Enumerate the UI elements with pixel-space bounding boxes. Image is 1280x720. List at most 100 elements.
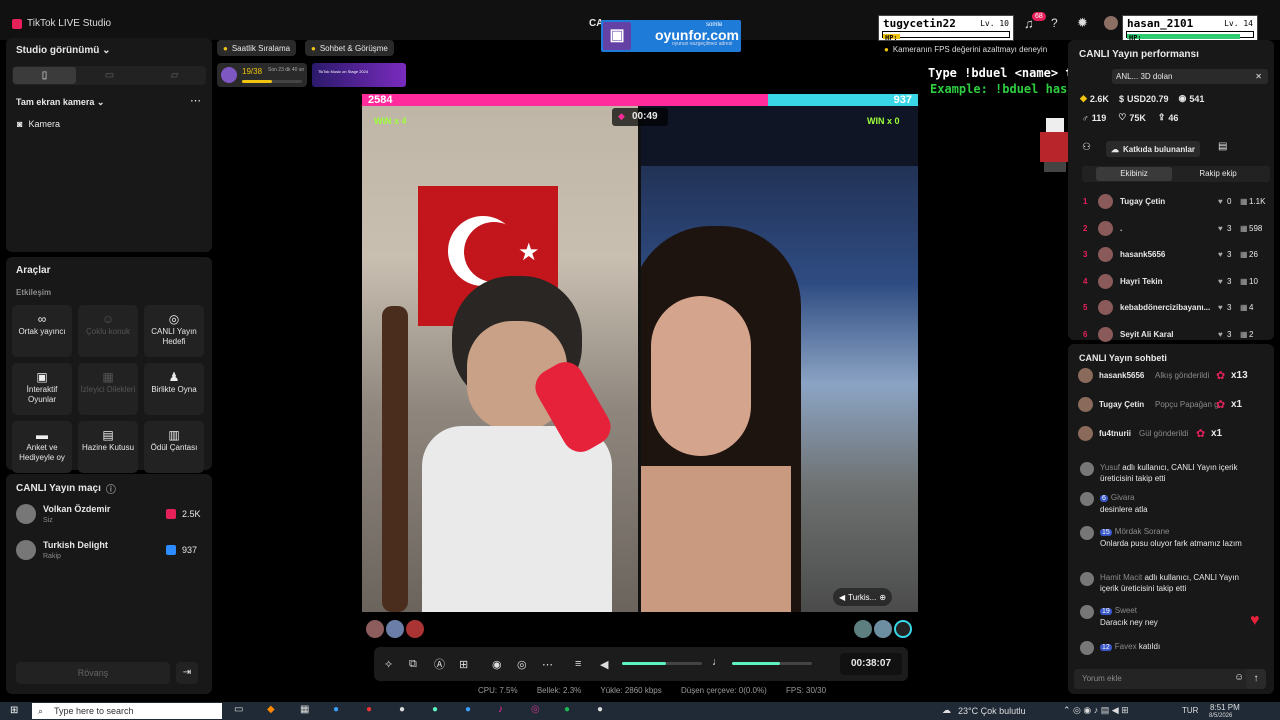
- gifter-avatar[interactable]: [386, 620, 404, 638]
- mic-slider[interactable]: [732, 662, 812, 665]
- tool-wishes[interactable]: ▦ İzleyici Dilekleri: [78, 363, 138, 415]
- level-badge: 12: [1100, 644, 1112, 651]
- app-icon[interactable]: ●: [432, 704, 465, 715]
- contributors-button[interactable]: ☁ Katkıda bulunanlar: [1106, 141, 1201, 157]
- tool-label: Anket ve Hediyeyle oy: [19, 443, 65, 462]
- gift-icon: ✿: [1216, 370, 1226, 382]
- list-item[interactable]: 2. ♥ 3 ▦ 598: [1078, 220, 1268, 239]
- tool-reward-bag[interactable]: ▥ Ödül Çantası: [144, 421, 204, 473]
- ai-icon[interactable]: Ⓐ: [434, 656, 459, 672]
- more-icon[interactable]: ⋯: [542, 658, 575, 671]
- heart-icon: ♥: [1218, 250, 1223, 259]
- list-icon[interactable]: ▤: [1218, 141, 1227, 152]
- instagram-icon[interactable]: ◎: [531, 704, 564, 715]
- browser-icon[interactable]: ●: [465, 704, 498, 715]
- event-banner[interactable]: TikTok Music on Stage 2024: [312, 63, 406, 87]
- contributor-likes: 3: [1227, 276, 1232, 286]
- language[interactable]: TUR: [1182, 706, 1198, 715]
- tray-icons[interactable]: ⌃ ◎ ◉ ♪ ▤ ◀ ⊞: [1063, 705, 1129, 716]
- instrument: [382, 306, 408, 612]
- gifter-avatar[interactable]: [406, 620, 424, 638]
- tool-gamepad[interactable]: ▣ İnteraktif Oyunlar: [12, 363, 72, 415]
- landscape-layout-button[interactable]: ▭: [78, 67, 141, 84]
- contributor-gifts: 26: [1249, 250, 1258, 259]
- tool-poll[interactable]: ▬ Anket ve Hediyeyle oy: [12, 421, 72, 473]
- tiktok-icon[interactable]: ♪: [498, 704, 531, 715]
- edge-icon[interactable]: ●: [333, 704, 366, 715]
- tool-play-together[interactable]: ♟ Birlikte Oyna: [144, 363, 204, 415]
- scene-title[interactable]: Tam ekran kamera ⌄: [16, 97, 104, 108]
- screen-icon[interactable]: ⧉: [409, 658, 434, 671]
- viewers-icon: ◉: [1178, 93, 1187, 103]
- more-icon[interactable]: ⋯: [190, 94, 201, 107]
- effects-icon[interactable]: ✧: [384, 658, 409, 671]
- list-item[interactable]: 5 kebabdönercizibayanı... ♥ 3 ▦ 4: [1078, 300, 1268, 318]
- clock-time[interactable]: 8:51 PM: [1210, 703, 1240, 712]
- comment-input[interactable]: Yorum ekle ☺: [1074, 669, 1252, 689]
- tool-co-host[interactable]: ∞ Ortak yayıncı: [12, 305, 72, 357]
- team-tabs: Ekibiniz Rakip ekip: [1082, 166, 1270, 182]
- task-view-icon[interactable]: ▭: [234, 704, 267, 715]
- opponent-caption[interactable]: ◀ Turkis... ⊕: [833, 588, 893, 606]
- gifter-avatar[interactable]: [894, 620, 912, 638]
- contributor-likes: 3: [1227, 250, 1232, 259]
- stats-row-1: ◆ 2.6K $ USD20.79 ◉ 541: [1080, 93, 1205, 104]
- tab-chat-meeting[interactable]: ● Sohbet & Görüşme: [305, 40, 394, 56]
- daily-progress[interactable]: 19/38 Son 23 dk 40 sn: [217, 63, 307, 87]
- app-icon[interactable]: ●: [399, 704, 432, 715]
- spotify-icon[interactable]: ●: [564, 704, 597, 715]
- gifter-avatar[interactable]: [874, 620, 892, 638]
- win-streak-left: WIN x 4: [374, 116, 407, 126]
- record-icon[interactable]: ◉: [492, 658, 517, 671]
- split-layout-button[interactable]: ▱: [143, 67, 206, 84]
- emoji-icon[interactable]: ☺: [1234, 672, 1244, 683]
- exit-icon[interactable]: ⇥: [176, 662, 198, 684]
- gifter-avatar[interactable]: [366, 620, 384, 638]
- send-icon[interactable]: ↑: [1246, 669, 1266, 689]
- tab-rival-team[interactable]: Rakip ekip: [1176, 167, 1260, 181]
- portrait-layout-button[interactable]: ▯: [13, 67, 76, 84]
- tool-treasure[interactable]: ▤ Hazine Kutusu: [78, 421, 138, 473]
- tool-multi-guest[interactable]: ☺ Çoklu konuk: [78, 305, 138, 357]
- opponent-face: [651, 296, 751, 456]
- progress-badge-icon: [221, 67, 237, 83]
- volume-icon[interactable]: ◀: [600, 658, 616, 671]
- gift-count: x13: [1231, 370, 1248, 381]
- gear-icon[interactable]: ✹: [1077, 15, 1088, 31]
- list-item[interactable]: 1 Tugay Çetin ♥ 0 ▦ 1.1K: [1078, 194, 1268, 212]
- gifter-avatar[interactable]: [854, 620, 872, 638]
- rank: 2: [1083, 223, 1088, 233]
- sliders-icon[interactable]: ≡: [575, 658, 600, 670]
- taskbar-search[interactable]: ⌕ Type here to search: [32, 703, 222, 719]
- info-icon[interactable]: ⓘ: [106, 481, 116, 496]
- copilot-icon[interactable]: ◆: [267, 704, 300, 715]
- layout-toggle: ▯ ▭ ▱: [12, 66, 206, 85]
- app-icon[interactable]: ●: [597, 704, 630, 715]
- tab-hourly-ranking[interactable]: ● Saatlik Sıralama: [217, 40, 297, 56]
- avatar[interactable]: [1104, 16, 1118, 30]
- list-item[interactable]: 6 Seyit Ali Karal ♥ 3 ▦ 2: [1078, 326, 1268, 345]
- player-role: Rakip: [43, 553, 61, 560]
- camera-source[interactable]: ◙ Kamera: [17, 119, 60, 129]
- tab-own-team[interactable]: Ekibiniz: [1096, 167, 1172, 181]
- file-explorer-icon[interactable]: ▦: [300, 704, 333, 715]
- score-left: 2584: [368, 94, 393, 106]
- list-item[interactable]: 4 Hayri Tekin ♥ 3 ▦ 10: [1078, 273, 1268, 292]
- microphone-icon[interactable]: ♩: [712, 656, 723, 668]
- close-icon[interactable]: ✕: [1255, 69, 1262, 84]
- app-icon[interactable]: ●: [366, 704, 399, 715]
- tool-goal[interactable]: ◎ CANLI Yayın Hedefi: [144, 305, 204, 357]
- list-item[interactable]: 3 hasank5656 ♥ 3 ▦ 26: [1078, 247, 1268, 265]
- weather[interactable]: 23°C Çok bulutlu: [958, 706, 1026, 716]
- camera-switch-icon[interactable]: ◎: [517, 658, 542, 671]
- add-source-icon[interactable]: ⊞: [459, 658, 492, 671]
- volume-slider[interactable]: [622, 662, 702, 665]
- weather-icon[interactable]: ☁: [942, 705, 951, 716]
- clock-date[interactable]: 8/5/2026: [1209, 713, 1232, 719]
- studio-view-title[interactable]: Studio görünümü ⌄: [16, 45, 111, 56]
- windows-start-icon[interactable]: ⊞: [10, 705, 18, 716]
- rematch-button[interactable]: Rövanş: [16, 662, 170, 684]
- level-badge: 15: [1100, 529, 1112, 536]
- help-icon[interactable]: ?: [1051, 16, 1058, 30]
- add-user-icon[interactable]: ⚇: [1082, 142, 1091, 153]
